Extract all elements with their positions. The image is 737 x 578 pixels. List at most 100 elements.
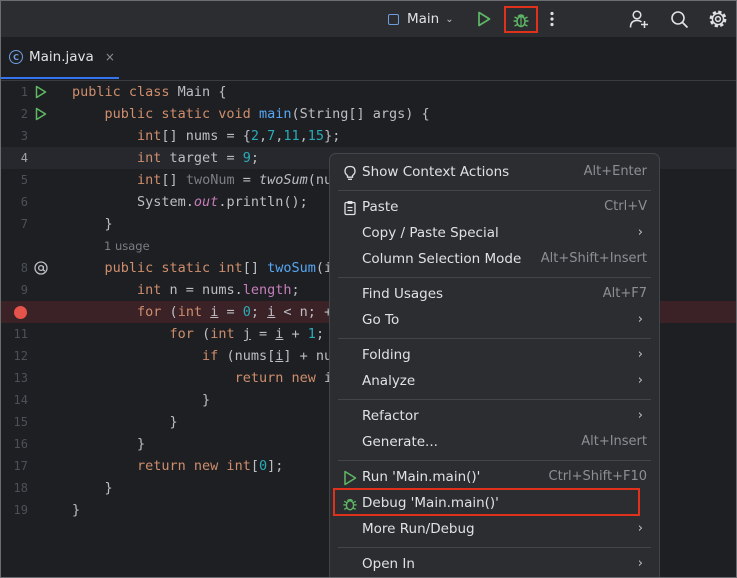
- add-user-icon: [629, 10, 648, 28]
- lightbulb-icon: [342, 165, 358, 181]
- menu-separator: [338, 399, 651, 400]
- menu-separator: [338, 190, 651, 191]
- menu-item-shortcut: Ctrl+Shift+F10: [548, 469, 647, 484]
- code-text: if (nums[i] + nu: [202, 348, 333, 364]
- run-gutter-button[interactable]: [33, 84, 49, 100]
- line-number: 14: [13, 393, 28, 407]
- code-line: 1 public class Main {: [1, 81, 736, 103]
- menu-item-copy-paste-special[interactable]: Copy / Paste Special ›: [336, 222, 653, 246]
- java-class-icon: C: [9, 50, 23, 64]
- menu-item-shortcut: Alt+Insert: [581, 434, 647, 449]
- code-text: }: [72, 414, 178, 430]
- chevron-right-icon: ›: [637, 373, 643, 388]
- line-number: 3: [20, 129, 28, 143]
- chevron-right-icon: ›: [637, 225, 643, 240]
- chevron-right-icon: ›: [637, 347, 643, 362]
- menu-item-refactor[interactable]: Refactor ›: [336, 405, 653, 429]
- menu-item-label: Folding: [362, 347, 411, 363]
- line-number: 9: [20, 283, 28, 297]
- menu-item-label: Refactor: [362, 408, 419, 424]
- code-text: for (int i = 0; i < n; +: [137, 304, 333, 320]
- breakpoint-button[interactable]: [12, 304, 28, 320]
- debug-button[interactable]: [504, 6, 538, 33]
- code-text: }: [72, 502, 81, 518]
- debug-item-highlight: [333, 488, 640, 516]
- chevron-right-icon: ›: [637, 556, 643, 571]
- menu-item-column-selection-mode[interactable]: Column Selection Mode Alt+Shift+Insert: [336, 248, 653, 272]
- menu-item-label: Copy / Paste Special: [362, 225, 499, 241]
- editor-tab-bar: C Main.java ×: [1, 37, 736, 81]
- add-user-button[interactable]: [628, 7, 650, 31]
- search-button[interactable]: [668, 7, 690, 31]
- more-vertical-icon: [550, 11, 554, 27]
- run-gutter-button[interactable]: [33, 106, 49, 122]
- line-number: 15: [13, 415, 28, 429]
- menu-item-label: Open In: [362, 556, 415, 572]
- run-button[interactable]: [474, 8, 494, 30]
- code-text: }: [72, 480, 113, 496]
- menu-separator: [338, 460, 651, 461]
- more-actions-button[interactable]: [546, 8, 558, 30]
- implementation-gutter-icon[interactable]: [33, 260, 49, 276]
- breakpoint-icon: [13, 305, 27, 319]
- menu-item-label: Go To: [362, 312, 400, 328]
- code-text: public static int[] twoSum(i: [104, 260, 333, 276]
- menu-item-shortcut: Alt+F7: [602, 286, 647, 301]
- line-number: 1: [20, 85, 28, 99]
- menu-item-shortcut: Alt+Shift+Insert: [540, 251, 647, 266]
- line-number: 5: [20, 173, 28, 187]
- line-number: 2: [20, 107, 28, 121]
- menu-item-find-usages[interactable]: Find Usages Alt+F7: [336, 283, 653, 307]
- code-line: 3 int[] nums = {2,7,11,15};: [1, 125, 736, 147]
- line-number: 11: [13, 327, 28, 341]
- menu-item-label: Find Usages: [362, 286, 444, 302]
- menu-item-label: More Run/Debug: [362, 521, 475, 537]
- menu-item-label: Generate...: [362, 434, 438, 450]
- menu-item-label: Run 'Main.main()': [362, 469, 481, 485]
- code-text: public class Main {: [72, 84, 227, 100]
- code-text: }: [72, 436, 146, 452]
- line-number: 18: [13, 481, 28, 495]
- line-number: 6: [20, 195, 28, 209]
- settings-button[interactable]: [707, 7, 729, 31]
- menu-item-show-context-actions[interactable]: Show Context Actions Alt+Enter: [336, 161, 653, 185]
- menu-separator: [338, 547, 651, 548]
- menu-item-shortcut: Ctrl+V: [604, 199, 647, 214]
- at-sign-icon: [34, 261, 48, 275]
- run-configuration-selector[interactable]: Main ⌄: [388, 8, 454, 30]
- menu-item-go-to[interactable]: Go To ›: [336, 309, 653, 333]
- line-number: 8: [20, 261, 28, 275]
- line-number: 12: [13, 349, 28, 363]
- line-number: 13: [13, 371, 28, 385]
- line-number: 7: [20, 217, 28, 231]
- code-text: }: [72, 216, 113, 232]
- line-number: 16: [13, 437, 28, 451]
- menu-item-run-main[interactable]: Run 'Main.main()' Ctrl+Shift+F10: [336, 466, 653, 490]
- menu-item-more-run-debug[interactable]: More Run/Debug ›: [336, 518, 653, 542]
- code-line: 2 public static void main(String[] args)…: [1, 103, 736, 125]
- code-text: return new int[0];: [137, 458, 284, 474]
- menu-item-shortcut: Alt+Enter: [583, 164, 647, 179]
- usage-hint[interactable]: 1 usage: [104, 235, 150, 257]
- run-config-label: Main: [407, 11, 440, 27]
- line-number: 19: [13, 503, 28, 517]
- close-icon[interactable]: ×: [105, 50, 115, 64]
- menu-item-label: Show Context Actions: [362, 164, 510, 180]
- code-text: int target = 9;: [137, 150, 259, 166]
- code-text: int[] twoNum = twoSum(nu: [137, 172, 333, 188]
- chevron-right-icon: ›: [637, 521, 643, 536]
- code-text: }: [72, 392, 211, 408]
- menu-item-label: Analyze: [362, 373, 416, 389]
- run-config-icon: [388, 13, 399, 25]
- menu-item-open-in[interactable]: Open In ›: [336, 553, 653, 577]
- line-number: 17: [13, 459, 28, 473]
- menu-item-generate[interactable]: Generate... Alt+Insert: [336, 431, 653, 455]
- menu-item-paste[interactable]: Paste Ctrl+V: [336, 196, 653, 220]
- chevron-down-icon: ⌄: [445, 13, 454, 25]
- code-text: System.out.println();: [72, 194, 308, 210]
- menu-item-analyze[interactable]: Analyze ›: [336, 370, 653, 394]
- menu-item-folding[interactable]: Folding ›: [336, 344, 653, 368]
- tab-main-java[interactable]: C Main.java ×: [1, 37, 119, 79]
- tab-label: Main.java: [29, 49, 94, 65]
- chevron-right-icon: ›: [637, 408, 643, 423]
